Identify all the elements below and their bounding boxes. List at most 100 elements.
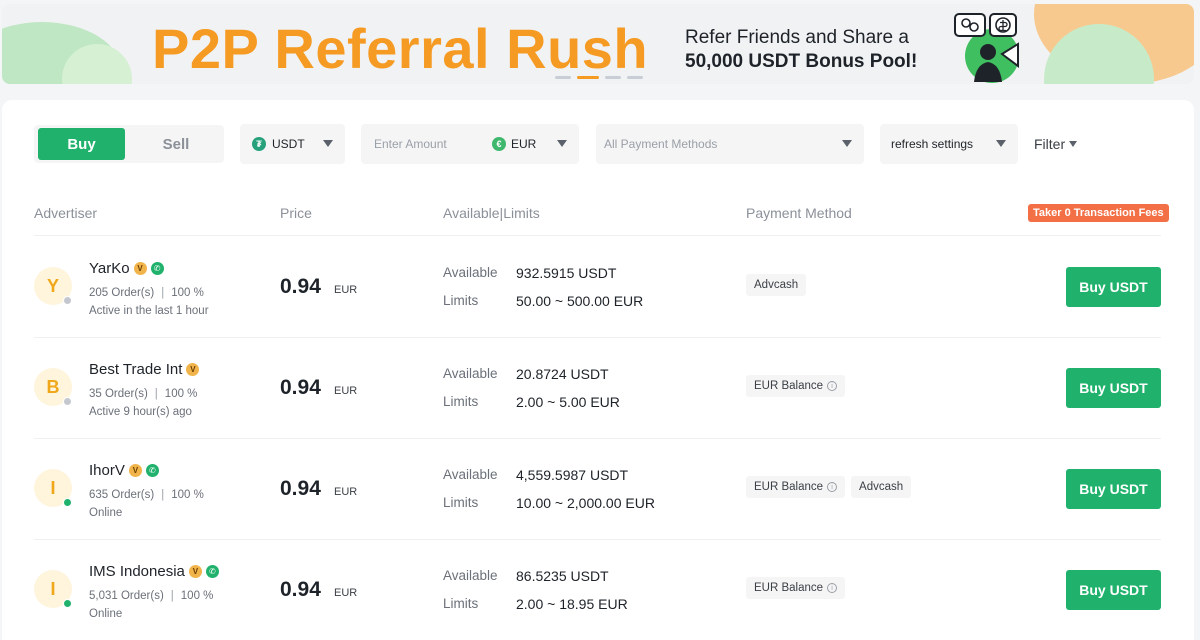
advertiser-name[interactable]: Best Trade Int V [89,361,200,378]
buy-usdt-button[interactable]: Buy USDT [1066,267,1161,307]
pagination-dot[interactable] [605,76,621,79]
payment-method-name: EUR Balance [754,582,824,594]
limits-label: Limits [443,293,479,308]
separator: | [161,287,165,299]
separator: | [170,590,174,602]
separator: | [154,388,158,400]
limits-value: 2.00 ~ 18.95 EUR [516,596,628,612]
column-header-price[interactable]: Price [280,205,312,221]
fiat-select-value: EUR [511,137,537,151]
limits-label: Limits [443,495,479,510]
activity-status: Online [89,507,123,519]
fiat-select[interactable]: € EUR [492,137,536,151]
refresh-settings-select[interactable]: refresh settings [880,124,1018,164]
completion-rate: 100 % [180,590,214,602]
tether-icon: ₮ [252,137,266,151]
offline-status-dot [63,397,72,406]
payment-methods: EUR Balance i [746,375,846,397]
payment-method-tag: EUR Balance i [746,577,846,599]
limits-value: 2.00 ~ 5.00 EUR [516,394,620,410]
chevron-down-icon [842,140,852,147]
verified-merchant-icon: V [128,464,142,477]
advertiser-name-text: YarKo [89,260,130,277]
payment-method-name: EUR Balance [754,380,824,392]
price-value: 0.94 [280,578,321,601]
table-row: I IMS Indonesia V ✆ 5,031 Order(s) | 100 %… [0,539,1200,640]
payment-method-tag: Advcash [851,476,912,498]
advertiser-name-text: IhorV [89,462,125,479]
available-value: 932.5915 USDT [516,265,617,281]
advertiser-name-text: IMS Indonesia [89,563,185,580]
order-stats: 5,031 Order(s) | 100 % [89,590,213,602]
completion-rate: 100 % [164,388,198,400]
verified-merchant-icon: V [188,565,202,578]
coin-select[interactable]: ₮ USDT [240,124,345,164]
amount-input-placeholder: Enter Amount [374,137,447,151]
phone-verified-icon: ✆ [145,464,159,477]
completion-rate: 100 % [171,489,204,501]
info-icon[interactable]: i [827,583,838,593]
activity-status: Active 9 hour(s) ago [89,406,192,418]
banner-pagination [555,76,643,79]
refresh-settings-value: refresh settings [891,137,974,151]
buy-tab-button[interactable]: Buy [38,128,125,160]
activity-status: Online [89,608,123,620]
limits-label: Limits [443,394,479,409]
separator: | [161,489,165,501]
available-label: Available [443,467,498,482]
amount-input[interactable]: Enter Amount € EUR [361,124,579,164]
banner-title: P2P Referral Rush [152,17,649,80]
advertiser-name[interactable]: IhorV V ✆ [89,462,159,479]
promo-banner[interactable]: P2P Referral Rush Refer Friends and Shar… [2,4,1194,84]
advertiser-name[interactable]: YarKo V ✆ [89,260,164,277]
advertiser-name[interactable]: IMS Indonesia V ✆ [89,563,219,580]
available-label: Available [443,568,498,583]
buy-usdt-button[interactable]: Buy USDT [1066,570,1161,610]
taker-fee-badge: Taker 0 Transaction Fees [1028,204,1169,222]
price-currency: EUR [334,284,358,296]
pagination-dot-active[interactable] [577,76,599,79]
payment-method-placeholder: All Payment Methods [604,137,718,151]
column-header-advertiser: Advertiser [34,205,98,221]
buy-usdt-button[interactable]: Buy USDT [1066,368,1161,408]
caret-down-icon [1069,141,1078,147]
activity-status: Active in the last 1 hour [89,305,209,317]
banner-subtitle-bold: 50,000 USDT Bonus Pool! [685,51,918,72]
payment-method-name: EUR Balance [754,481,824,493]
limits-label: Limits [443,596,479,611]
info-icon[interactable]: i [827,482,838,492]
buy-usdt-button[interactable]: Buy USDT [1066,469,1161,509]
chevron-down-icon [323,140,333,147]
order-count: 635 Order(s) [89,489,155,501]
order-stats: 635 Order(s) | 100 % [89,489,204,501]
info-icon[interactable]: i [827,381,838,391]
payment-method-select[interactable]: All Payment Methods [596,124,864,164]
price-currency: EUR [334,486,358,498]
euro-icon: € [492,137,506,151]
available-value: 20.8724 USDT [516,366,609,382]
phone-verified-icon: ✆ [205,565,219,578]
pagination-dot[interactable] [627,76,643,79]
order-stats: 205 Order(s) | 100 % [89,287,204,299]
price-value: 0.94 [280,477,321,500]
verified-merchant-icon: V [133,262,147,275]
referral-illustration-icon [954,13,1019,83]
price-currency: EUR [334,385,358,397]
payment-method-tag: EUR Balance i [746,476,846,498]
available-value: 4,559.5987 USDT [516,467,629,483]
payment-methods: Advcash [746,274,807,296]
price-value: 0.94 [280,275,321,298]
online-status-dot [63,498,72,507]
sell-tab-button[interactable]: Sell [132,128,220,160]
filter-label: Filter [1034,136,1066,152]
payment-methods: EUR Balance i Advcash [746,476,912,498]
limits-value: 10.00 ~ 2,000.00 EUR [516,495,655,511]
completion-rate: 100 % [171,287,204,299]
pagination-dot[interactable] [555,76,571,79]
filter-button[interactable]: Filter [1034,136,1078,152]
table-row: Y YarKo V ✆ 205 Order(s) | 100 % Active in… [0,236,1200,337]
available-label: Available [443,265,498,280]
column-header-available-limits: Available|Limits [443,205,540,221]
offline-status-dot [63,296,72,305]
payment-method-name: Advcash [859,481,904,493]
